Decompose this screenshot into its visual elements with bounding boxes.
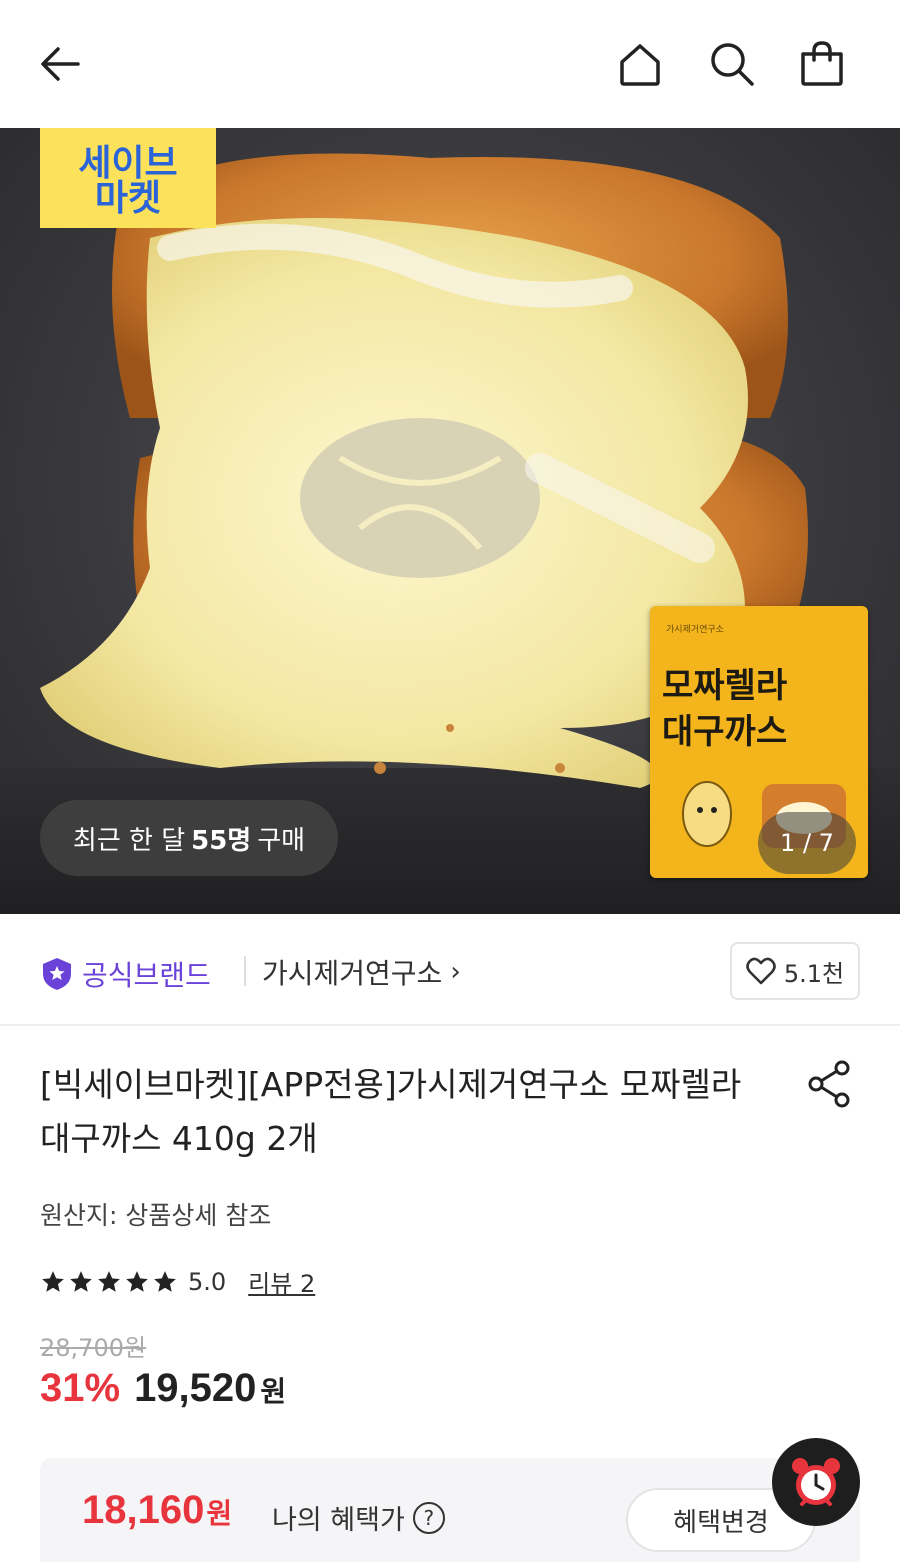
product-image-carousel[interactable]: 세이브 마켓 가시제거연구소 모짜렐라 대구까스 최근 한 달 55명 구매 1… [0,128,900,914]
star-icon [98,1270,120,1292]
search-icon [711,43,754,86]
verified-shield-icon [43,958,71,990]
shopping-bag-icon [801,41,843,86]
arrow-left-icon [41,47,80,81]
search-button[interactable] [704,36,760,92]
heart-icon [746,957,776,985]
recent-purchase-count: 55명 [191,825,252,856]
discount-rate: 31% [40,1366,121,1410]
store-link[interactable]: 가시제거연구소 › [262,952,461,992]
sale-price: 19,520 [134,1366,257,1410]
home-button[interactable] [612,36,668,92]
like-button[interactable]: 5.1천 [730,942,860,1000]
share-button[interactable] [804,1058,856,1110]
star-icon [42,1270,64,1292]
review-link[interactable]: 리뷰 2 [248,1264,315,1299]
benefit-label-text: 나의 혜택가 [272,1505,405,1536]
home-icon [620,44,660,86]
recent-purchase-prefix: 최근 한 달 [72,825,186,856]
rating-score: 5.0 [188,1267,227,1296]
package-brand: 가시제거연구소 [666,625,724,635]
origin-info: 원산지: 상품상세 참조 [40,1201,272,1230]
recent-purchase-badge: 최근 한 달 55명 구매 [40,800,338,876]
market-badge-line1: 세이브 [78,142,178,183]
product-title: [빅세이브마켓][APP전용]가시제거연구소 모짜렐라 대구까스 410g 2개 [40,1065,742,1158]
package-title-line2: 대구까스 [662,713,788,751]
market-badge-line2: 마켓 [94,177,162,218]
package-title-line1: 모짜렐라 [662,667,788,705]
cart-button[interactable] [794,36,850,92]
chevron-right-icon: › [450,957,461,987]
benefit-price-unit: 원 [206,1497,233,1530]
brand-row: 공식브랜드 가시제거연구소 › 5.1천 [0,914,900,1026]
benefit-price-box: 18,160 원 나의 혜택가 ? 혜택변경 [40,1458,860,1562]
official-brand-label: 공식브랜드 [82,959,211,992]
like-count: 5.1천 [783,959,845,988]
star-icon [126,1270,148,1292]
alarm-clock-button[interactable] [772,1438,860,1526]
recent-purchase-suffix: 구매 [257,825,306,856]
divider [244,956,246,986]
alarm-clock-icon [792,1458,840,1506]
original-price: 28,700원 [40,1334,147,1362]
official-brand-badge: 공식브랜드 [40,954,211,994]
rating-stars [40,1269,178,1295]
benefit-label: 나의 혜택가 ? [272,1498,445,1537]
top-app-bar [0,0,900,128]
back-button[interactable] [32,36,88,92]
store-name: 가시제거연구소 [262,957,443,990]
benefit-price-value: 18,160 [82,1488,205,1532]
sale-price-unit: 원 [260,1375,287,1408]
package-mascot-illustration [682,781,732,847]
image-counter: 1 / 7 [758,812,856,874]
help-icon[interactable]: ? [412,1501,445,1534]
benefit-price: 18,160 원 [82,1488,232,1533]
save-market-badge: 세이브 마켓 [40,128,216,228]
star-icon [70,1270,92,1292]
share-icon [808,1060,850,1108]
sale-price-row: 31% 19,520 원 [40,1366,286,1411]
rating-row: 5.0 리뷰 2 [40,1264,315,1299]
star-icon [154,1270,176,1292]
